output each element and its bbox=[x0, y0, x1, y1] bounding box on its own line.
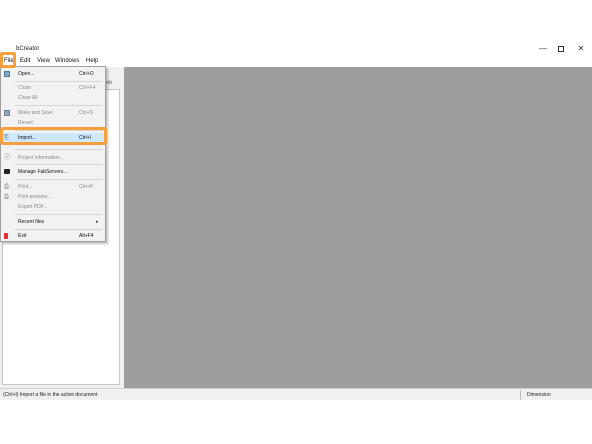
menu-item-label: Project information... bbox=[18, 155, 64, 161]
save-icon bbox=[4, 110, 10, 116]
menu-separator bbox=[15, 214, 103, 215]
printer-icon: ⎙ bbox=[4, 184, 9, 190]
exit-icon bbox=[4, 233, 10, 239]
menu-item-open[interactable]: Open... Ctrl+O bbox=[1, 69, 105, 79]
status-bar: (Ctrl+I) Import a file in the active doc… bbox=[0, 388, 592, 400]
status-dimension: Dimension bbox=[527, 392, 551, 398]
menu-separator bbox=[15, 105, 103, 106]
status-message: (Ctrl+I) Import a file in the active doc… bbox=[3, 392, 98, 398]
menu-item-print[interactable]: ⎙ Print... Ctrl+P bbox=[1, 182, 105, 192]
info-icon: ⓘ bbox=[4, 155, 11, 161]
menu-item-label: Manage FabServers... bbox=[18, 169, 68, 175]
menu-item-label: Revert bbox=[18, 120, 33, 126]
menu-item-shortcut: Ctrl+S bbox=[79, 110, 94, 116]
menu-item-shortcut: Ctrl+P bbox=[79, 184, 94, 190]
server-icon bbox=[4, 169, 10, 175]
menu-item-label: Print preview... bbox=[18, 194, 51, 200]
menu-item-label: Exit bbox=[18, 233, 27, 239]
menu-separator bbox=[15, 164, 103, 165]
print-preview-icon: ⎙ bbox=[4, 194, 9, 200]
menu-help[interactable]: Help bbox=[86, 58, 98, 64]
minimize-button[interactable]: — bbox=[536, 44, 550, 54]
menu-item-label: Recent files bbox=[18, 219, 45, 225]
submenu-arrow-icon: ▸ bbox=[96, 219, 99, 225]
title-bar: bCreator — ✕ bbox=[0, 42, 592, 56]
menu-item-label: Open... bbox=[18, 71, 35, 77]
menu-item-label: Print... bbox=[18, 184, 33, 190]
menu-item-print-preview[interactable]: ⎙ Print preview... bbox=[1, 192, 105, 202]
menu-separator bbox=[15, 149, 103, 150]
menu-separator bbox=[15, 229, 103, 230]
menu-item-label: Close bbox=[18, 85, 31, 91]
maximize-icon bbox=[558, 45, 564, 52]
menu-item-shortcut: Alt+F4 bbox=[79, 233, 94, 239]
menu-item-shortcut: Ctrl+O bbox=[79, 71, 94, 77]
menu-item-recent-files[interactable]: Recent files ▸ bbox=[1, 217, 105, 227]
menu-item-close[interactable]: Close Ctrl+F4 bbox=[1, 83, 105, 93]
menu-view[interactable]: View bbox=[37, 58, 50, 64]
file-menu-dropdown: Open... Ctrl+O Close Ctrl+F4 Close All M… bbox=[0, 66, 106, 242]
open-folder-icon bbox=[4, 71, 10, 77]
menu-item-export-pdf[interactable]: Export PDF... bbox=[1, 202, 105, 212]
document-workspace[interactable] bbox=[124, 67, 592, 388]
menu-item-shortcut: Ctrl+F4 bbox=[79, 85, 96, 91]
menu-item-project-information[interactable]: ⓘ Project information... bbox=[1, 153, 105, 163]
menu-item-close-all[interactable]: Close All bbox=[1, 93, 105, 103]
menu-item-label: Export PDF... bbox=[18, 204, 48, 210]
menu-item-label: Close All bbox=[18, 95, 38, 101]
window-title: bCreator bbox=[16, 46, 40, 52]
menu-separator bbox=[15, 81, 103, 82]
menu-separator bbox=[15, 179, 103, 180]
highlight-file-menu bbox=[0, 52, 16, 68]
menu-edit[interactable]: Edit bbox=[20, 58, 30, 64]
status-divider bbox=[520, 390, 521, 400]
highlight-import-item bbox=[0, 127, 107, 145]
menu-item-exit[interactable]: Exit Alt+F4 bbox=[1, 231, 105, 241]
close-window-button[interactable]: ✕ bbox=[574, 44, 588, 54]
menu-item-manage-fabservers[interactable]: Manage FabServers... bbox=[1, 167, 105, 177]
menu-item-make-and-save[interactable]: Make and Save Ctrl+S bbox=[1, 108, 105, 118]
maximize-button[interactable] bbox=[554, 44, 568, 54]
menu-windows[interactable]: Windows bbox=[55, 58, 79, 64]
menu-item-label: Make and Save bbox=[18, 110, 53, 116]
